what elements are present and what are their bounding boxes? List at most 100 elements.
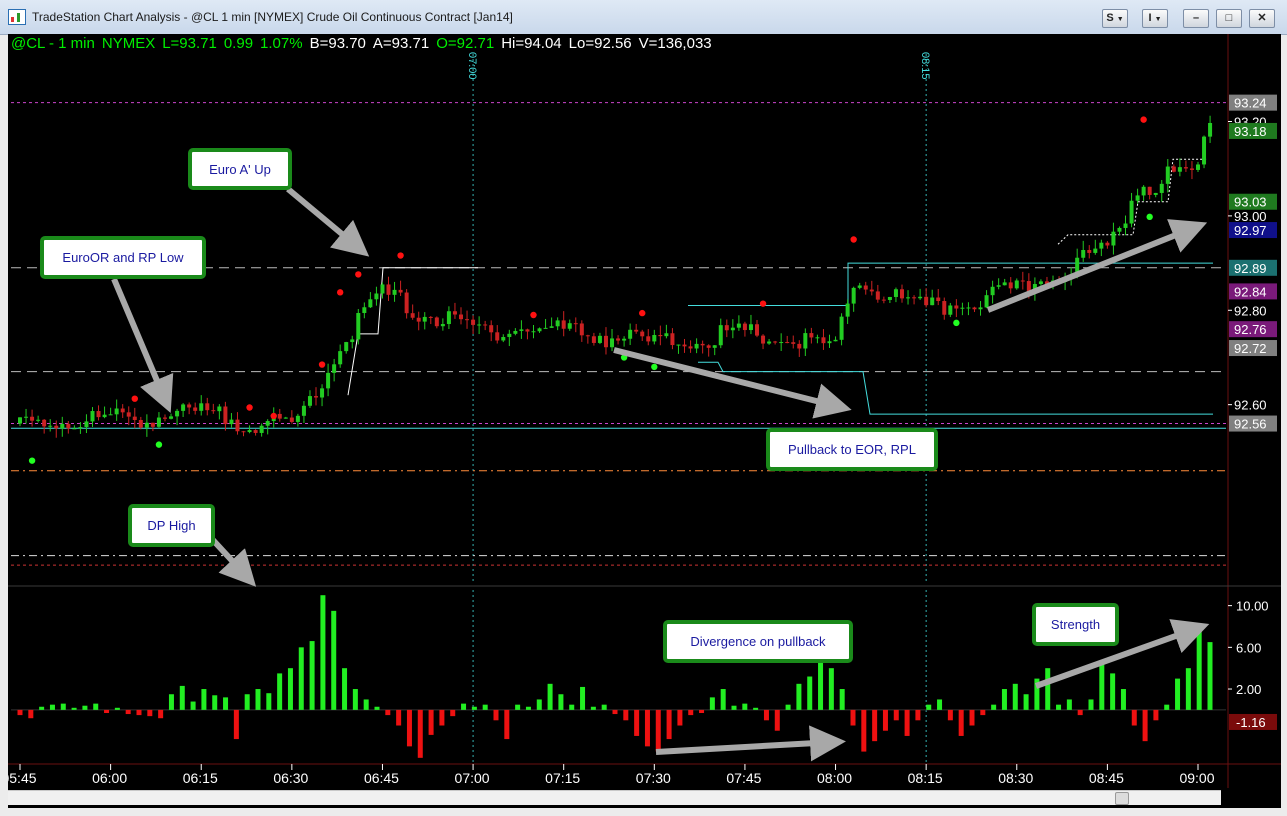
red-signal-dot (530, 311, 537, 319)
candle-body (235, 419, 240, 432)
horizontal-scrollbar[interactable] (8, 790, 1221, 805)
candle-body (72, 428, 77, 430)
axes: 93.2493.2093.1893.0393.0092.9792.8992.84… (1, 94, 1277, 786)
candle-body (102, 414, 107, 418)
indicator-menu-button[interactable]: I ▼ (1142, 9, 1168, 28)
histogram-bar (363, 699, 369, 710)
price-tick-label: 92.60 (1234, 398, 1267, 413)
candle-body (791, 342, 796, 344)
candle-body (597, 335, 602, 343)
scrollbar-thumb[interactable] (1115, 792, 1129, 805)
candle-body (344, 342, 349, 352)
candle-body (380, 284, 385, 294)
candle-body (875, 291, 880, 300)
candle-body (132, 416, 137, 420)
candle-body (1165, 166, 1170, 184)
minimize-button[interactable]: – (1183, 9, 1209, 28)
red-signal-dot (759, 300, 767, 307)
candle-body (495, 332, 500, 341)
close-button[interactable]: ✕ (1249, 9, 1275, 28)
histogram-bar (882, 709, 888, 731)
candle-body (374, 293, 379, 300)
candle-body (815, 337, 820, 339)
candle-body (1196, 164, 1200, 170)
chart-area[interactable]: 07:00 08:15 93.24 93.20 93.18 93.03 93.00 92.9… (1, 34, 1281, 808)
histogram-bar (223, 697, 229, 710)
styles-button-label: S (1106, 12, 1114, 24)
candle-body (773, 341, 778, 343)
price-badge-label: 92.89 (1234, 261, 1267, 276)
candle-body (483, 324, 488, 326)
candle-body (821, 337, 826, 344)
candle-body (906, 297, 911, 299)
candle-body (181, 404, 186, 411)
candle-body (767, 341, 772, 344)
histogram-bar (937, 699, 943, 710)
candle-body (1177, 167, 1182, 172)
candle-body (150, 422, 155, 427)
candle-body (404, 292, 409, 314)
green-signal-dot (651, 363, 658, 371)
candle-body (434, 317, 439, 327)
histogram-bar (699, 709, 705, 714)
candle-body (410, 313, 415, 318)
histogram-bar (1142, 709, 1148, 742)
callout-euro-or: EuroOR and RP Low (40, 236, 206, 279)
histogram-bar (104, 709, 110, 714)
histogram-bar (298, 647, 304, 710)
histogram-bar (558, 694, 564, 710)
candle-body (1099, 242, 1104, 249)
status-bid: B=93.70 (309, 35, 366, 52)
maximize-button[interactable]: □ (1216, 9, 1242, 28)
histogram-bar (406, 709, 412, 747)
candle-body (1093, 248, 1098, 253)
histogram-bar (580, 686, 586, 710)
status-line: @CL - 1 min NYMEX L=93.71 0.99 1.07% B=93.70 A… (11, 35, 719, 52)
candle-body (265, 421, 270, 426)
histogram-bar (785, 704, 791, 710)
candle-body (863, 285, 868, 290)
candle-body (537, 328, 542, 332)
histogram-bar (1099, 662, 1105, 710)
candle-body (211, 410, 216, 412)
histogram-bar (504, 709, 510, 740)
histogram-bar (233, 709, 239, 740)
candle-body (700, 343, 705, 346)
candle-body (918, 296, 923, 299)
histogram-bar (82, 705, 88, 710)
histogram-bar (839, 689, 845, 710)
histogram-bar (1196, 626, 1202, 710)
annotation-arrow (111, 277, 174, 414)
candle-body (205, 403, 210, 411)
candle-body (1189, 168, 1194, 170)
histogram-bar (720, 689, 726, 710)
candle-body (1111, 231, 1116, 246)
cyan-step-line-1 (688, 262, 1213, 307)
candle-body (1141, 186, 1146, 196)
price-badge-label: 92.76 (1234, 322, 1267, 337)
candle-body (84, 421, 89, 428)
candle-body (108, 414, 113, 416)
histogram-bar (893, 709, 899, 721)
candle-body (543, 327, 548, 329)
price-badge-label: 92.72 (1234, 341, 1267, 356)
histogram-bar (1164, 704, 1170, 710)
histogram-bar (1077, 709, 1083, 716)
callout-euro-a-up: Euro A' Up (188, 148, 292, 190)
candle-body (996, 285, 1001, 287)
histogram-bar (958, 709, 964, 736)
histogram-bar (266, 693, 272, 710)
callout-dp-high: DP High (128, 504, 215, 547)
histogram-bar (569, 704, 575, 710)
indicator-button-label: I (1148, 12, 1152, 24)
callout-pullback: Pullback to EOR, RPL (766, 428, 938, 471)
candle-body (585, 335, 590, 337)
candle-body (96, 411, 101, 418)
styles-dropdown-icon: ▼ (1116, 16, 1124, 23)
histogram-bar (1045, 668, 1051, 710)
histogram-bar (731, 705, 737, 710)
histogram-bar (612, 709, 618, 715)
styles-menu-button[interactable]: S ▼ (1102, 9, 1128, 28)
histogram-bar (136, 709, 142, 716)
histogram-bar (190, 701, 196, 710)
